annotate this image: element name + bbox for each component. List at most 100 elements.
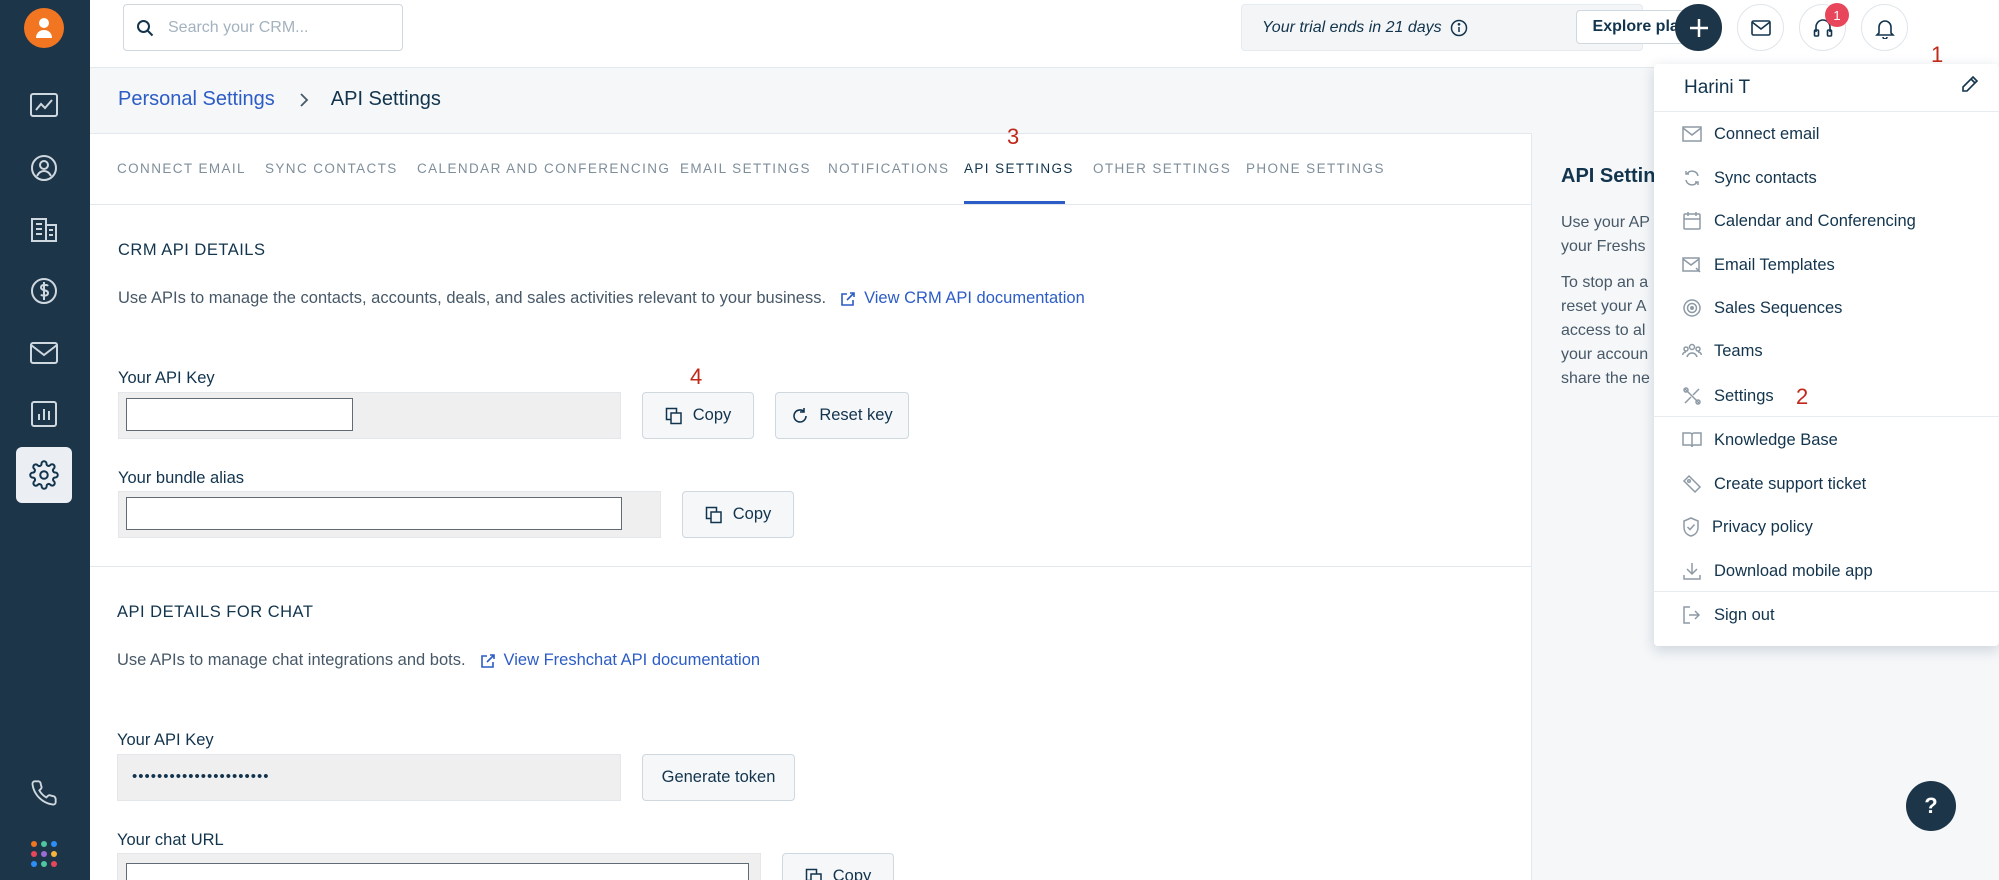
chat-api-key-masked: •••••••••••••••••••••• (132, 768, 270, 785)
annotation-4: 4 (690, 364, 703, 389)
tab-phone-settings[interactable]: PHONE SETTINGS (1246, 161, 1385, 176)
chat-api-doc-link-text: View Freshchat API documentation (503, 651, 761, 669)
freshsales-logo[interactable] (24, 8, 64, 48)
menu-item-label: Sync contacts (1714, 168, 1817, 187)
tab-other-settings[interactable]: OTHER SETTINGS (1093, 161, 1231, 176)
quick-add-button[interactable] (1675, 4, 1722, 51)
tab-connect-email[interactable]: CONNECT EMAIL (117, 161, 246, 176)
team-icon (1682, 343, 1702, 358)
tab-email-settings[interactable]: EMAIL SETTINGS (680, 161, 811, 176)
copy-icon (805, 868, 822, 880)
annotation-2: 2 (1796, 384, 1809, 409)
section-divider (90, 566, 1532, 567)
menu-divider (1654, 591, 1999, 592)
menu-item-calendar[interactable]: Calendar and Conferencing (1682, 209, 1916, 233)
bundle-alias-field[interactable] (126, 497, 622, 530)
menu-item-support-ticket[interactable]: Create support ticket (1682, 472, 1866, 496)
chevron-right-icon (300, 92, 309, 107)
menu-item-label: Connect email (1714, 124, 1820, 143)
menu-item-teams[interactable]: Teams (1682, 339, 1763, 363)
activities-button[interactable]: 1 (1799, 3, 1849, 51)
user-name: Harini T (1684, 77, 1751, 98)
copy-chat-url-button[interactable]: Copy (782, 853, 894, 880)
settings-nav-icon[interactable] (16, 447, 72, 503)
phone-icon[interactable] (16, 765, 72, 821)
profile-header: Harini T (1654, 64, 1999, 112)
chat-url-field[interactable] (126, 863, 749, 880)
email-icon[interactable] (16, 325, 72, 381)
api-info-line: Use your AP (1561, 214, 1650, 231)
breadcrumb: Personal Settings API Settings (118, 88, 441, 111)
menu-item-sales-sequences[interactable]: Sales Sequences (1682, 296, 1842, 320)
menu-item-label: Teams (1714, 341, 1763, 360)
reset-key-label: Reset key (819, 406, 893, 424)
menu-item-connect-email[interactable]: Connect email (1682, 122, 1819, 146)
breadcrumb-personal-settings[interactable]: Personal Settings (118, 88, 275, 111)
deals-icon[interactable] (16, 263, 72, 319)
crm-api-title: CRM API DETAILS (118, 241, 266, 259)
menu-item-label: Privacy policy (1712, 517, 1813, 536)
api-info-title: API Settin (1561, 165, 1656, 187)
chat-api-doc-link[interactable]: View Freshchat API documentation (480, 651, 761, 670)
plus-icon (1689, 18, 1708, 37)
copy-api-key-label: Copy (692, 406, 732, 424)
accounts-icon[interactable] (16, 201, 72, 257)
inbox-button[interactable] (1737, 4, 1784, 51)
profile-dropdown: Harini T Connect email Sync contacts Cal… (1654, 64, 1999, 646)
reports-icon[interactable] (16, 386, 72, 442)
menu-item-knowledge-base[interactable]: Knowledge Base (1682, 428, 1838, 452)
tab-calendar-conferencing[interactable]: CALENDAR AND CONFERENCING (417, 161, 670, 176)
menu-item-settings[interactable]: Settings (1682, 384, 1774, 408)
menu-item-email-templates[interactable]: Email Templates (1682, 253, 1835, 277)
bell-icon (1874, 19, 1895, 39)
left-nav (0, 0, 90, 880)
sync-icon (1685, 170, 1699, 186)
tab-notifications[interactable]: NOTIFICATIONS (828, 161, 949, 176)
info-icon[interactable] (1450, 19, 1468, 37)
tab-api-settings[interactable]: API SETTINGS (964, 161, 1074, 176)
menu-item-privacy-policy[interactable]: Privacy policy (1682, 515, 1813, 539)
ticket-icon (1682, 474, 1702, 494)
search-box[interactable] (123, 4, 403, 51)
chat-api-title: API DETAILS FOR CHAT (117, 603, 314, 621)
contacts-icon[interactable] (16, 140, 72, 196)
copy-bundle-alias-label: Copy (732, 505, 772, 523)
search-input[interactable] (168, 18, 378, 37)
shield-icon (1683, 517, 1699, 537)
menu-item-download-app[interactable]: Download mobile app (1682, 559, 1873, 583)
menu-item-label: Sign out (1714, 605, 1775, 624)
calendar-icon (1683, 212, 1701, 230)
download-icon (1683, 563, 1701, 580)
copy-icon (665, 407, 682, 424)
refresh-icon (793, 407, 808, 423)
menu-item-sign-out[interactable]: Sign out (1682, 603, 1775, 627)
tab-sync-contacts[interactable]: SYNC CONTACTS (265, 161, 398, 176)
crm-api-doc-link[interactable]: View CRM API documentation (840, 289, 1085, 308)
menu-item-label: Email Templates (1714, 255, 1835, 274)
api-info-line: To stop an a (1561, 274, 1649, 291)
mail-icon (1750, 19, 1771, 36)
chat-api-key-label: Your API Key (117, 731, 214, 749)
annotation-1: 1 (1931, 42, 1944, 67)
chat-api-description: Use APIs to manage chat integrations and… (117, 651, 760, 670)
crm-api-key-field[interactable] (126, 398, 353, 431)
menu-item-label: Create support ticket (1714, 474, 1867, 493)
search-icon (137, 19, 154, 36)
crm-api-key-label: Your API Key (118, 369, 215, 387)
menu-item-label: Knowledge Base (1714, 430, 1838, 449)
dashboard-icon[interactable] (16, 78, 72, 134)
notifications-button[interactable] (1861, 4, 1908, 51)
copy-bundle-alias-button[interactable]: Copy (682, 491, 794, 538)
sign-out-icon (1683, 606, 1701, 624)
copy-api-key-button[interactable]: Copy (642, 392, 754, 439)
reset-key-button[interactable]: Reset key (775, 392, 909, 439)
help-button[interactable]: ? (1906, 781, 1956, 831)
settings-card: CONNECT EMAIL SYNC CONTACTS CALENDAR AND… (90, 133, 1532, 880)
edit-icon[interactable] (1960, 74, 1980, 94)
top-bar: Your trial ends in 21 days Explore plans… (90, 0, 1999, 68)
apps-grid-icon[interactable] (16, 826, 72, 880)
menu-item-sync-contacts[interactable]: Sync contacts (1682, 166, 1817, 190)
menu-item-label: Calendar and Conferencing (1714, 211, 1916, 230)
generate-token-button[interactable]: Generate token (642, 754, 795, 801)
email-template-icon (1682, 257, 1701, 273)
